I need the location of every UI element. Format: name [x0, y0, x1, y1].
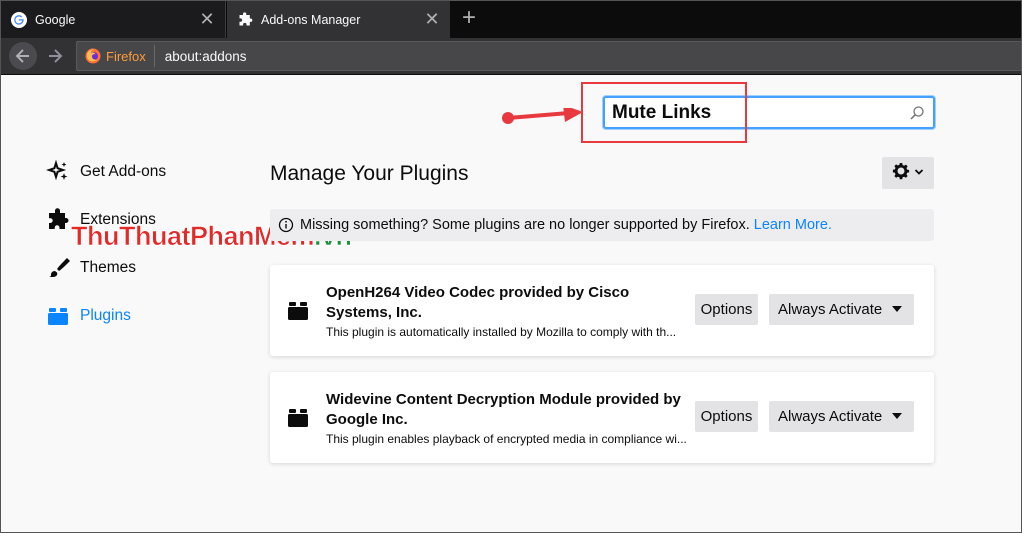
plugin-card[interactable]: OpenH264 Video Codec provided by Cisco S…: [270, 265, 934, 356]
options-button[interactable]: Options: [695, 294, 758, 325]
back-button[interactable]: [9, 42, 37, 70]
puzzle-icon: [237, 11, 253, 28]
tab-google[interactable]: Google ✕: [1, 1, 226, 38]
pointer-arrow-icon: [502, 108, 583, 124]
url-bar[interactable]: Firefox about:addons: [76, 41, 1022, 71]
sparkle-icon: [46, 160, 70, 184]
site-identity[interactable]: Firefox: [77, 45, 155, 67]
tab-title: Add-ons Manager: [261, 12, 361, 27]
dropdown-caret-icon: [892, 413, 902, 419]
plugin-name: Widevine Content Decryption Module provi…: [326, 391, 681, 428]
google-icon: [11, 11, 27, 28]
info-icon: [278, 217, 294, 233]
sidebar-item-label: Plugins: [80, 307, 131, 324]
tab-title: Google: [35, 12, 76, 27]
brush-icon: [46, 256, 70, 280]
learn-more-link[interactable]: Learn More.: [754, 217, 832, 233]
dropdown-caret-icon: [892, 306, 902, 312]
watermark-part: ThuThuat: [71, 221, 191, 252]
url-text[interactable]: about:addons: [155, 49, 247, 64]
activation-select[interactable]: Always Activate: [769, 294, 914, 325]
sidebar-item-themes[interactable]: Themes: [46, 253, 136, 283]
page-title: Manage Your Plugins: [270, 162, 469, 185]
tools-menu-button[interactable]: [882, 157, 934, 189]
activation-select[interactable]: Always Activate: [769, 401, 914, 432]
browser-window: Google ✕ Add-ons Manager ✕ + Firefox abo…: [0, 0, 1022, 533]
plugin-block-icon: [287, 407, 309, 429]
plugin-name: OpenH264 Video Codec provided by Cisco S…: [326, 284, 630, 321]
plugin-description: This plugin enables playback of encrypte…: [326, 432, 687, 446]
search-icon[interactable]: [905, 105, 929, 121]
tab-addons-manager[interactable]: Add-ons Manager ✕: [227, 1, 450, 38]
plugin-block-icon: [46, 304, 70, 328]
addons-manager-content: Get Add-ons Extensions Themes: [1, 76, 1021, 532]
close-tab-icon[interactable]: ✕: [420, 8, 444, 32]
highlight-rectangle: [581, 82, 747, 143]
sidebar-item-label: Themes: [80, 259, 136, 276]
puzzle-icon: [46, 208, 70, 232]
activation-value: Always Activate: [778, 408, 883, 425]
firefox-logo-icon: [85, 48, 101, 64]
identity-label: Firefox: [106, 48, 146, 64]
forward-button[interactable]: [41, 42, 69, 70]
notice-text: Missing something? Some plugins are no l…: [300, 217, 750, 233]
options-button[interactable]: Options: [695, 401, 758, 432]
gear-icon: [892, 162, 910, 185]
plugin-description: This plugin is automatically installed b…: [326, 325, 677, 339]
tab-strip: Google ✕ Add-ons Manager ✕ +: [1, 1, 1021, 38]
plugin-card[interactable]: Widevine Content Decryption Module provi…: [270, 372, 934, 463]
close-tab-icon[interactable]: ✕: [195, 8, 219, 32]
sidebar-item-label: Get Add-ons: [80, 163, 167, 180]
navigation-toolbar: Firefox about:addons: [1, 38, 1022, 75]
new-tab-button[interactable]: +: [457, 6, 481, 31]
sidebar-item-get-addons[interactable]: Get Add-ons: [46, 157, 166, 187]
plugin-block-icon: [287, 300, 309, 322]
plugins-notice: Missing something? Some plugins are no l…: [270, 209, 934, 241]
sidebar-item-plugins[interactable]: Plugins: [46, 301, 131, 331]
chevron-down-icon: [914, 164, 924, 182]
activation-value: Always Activate: [778, 301, 883, 318]
